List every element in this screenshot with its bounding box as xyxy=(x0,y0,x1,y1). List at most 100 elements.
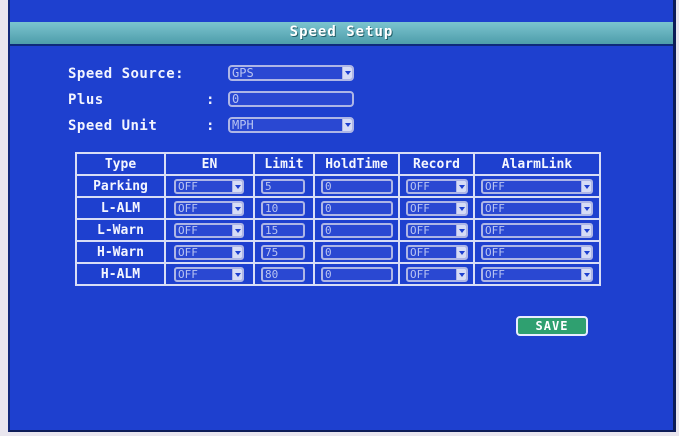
chevron-down-icon xyxy=(342,67,352,79)
holdtime-value: 0 xyxy=(325,224,332,237)
chevron-down-icon xyxy=(232,203,242,214)
record-dropdown[interactable]: OFF xyxy=(406,223,468,238)
table-header-row: Type EN Limit HoldTime Record AlarmLink xyxy=(75,152,601,176)
chevron-down-icon xyxy=(581,181,591,192)
en-cell: OFF xyxy=(164,218,255,242)
alarmlink-dropdown[interactable]: OFF xyxy=(481,201,593,216)
en-value: OFF xyxy=(178,202,198,215)
en-cell: OFF xyxy=(164,196,255,220)
chevron-down-icon xyxy=(581,203,591,214)
speed-unit-colon: : xyxy=(206,118,215,134)
title-bar: Speed Setup xyxy=(10,22,673,46)
header-alarmlink: AlarmLink xyxy=(473,152,601,176)
type-cell: L-ALM xyxy=(75,196,166,220)
chevron-down-icon xyxy=(456,247,466,258)
chevron-down-icon xyxy=(232,181,242,192)
holdtime-cell: 0 xyxy=(313,174,400,198)
type-cell: L-Warn xyxy=(75,218,166,242)
chevron-down-icon xyxy=(456,225,466,236)
table-row: H-ALM OFF 80 0 OFF OFF xyxy=(75,262,601,286)
alarmlink-cell: OFF xyxy=(473,262,601,286)
alarmlink-cell: OFF xyxy=(473,174,601,198)
en-cell: OFF xyxy=(164,262,255,286)
record-dropdown[interactable]: OFF xyxy=(406,267,468,282)
speed-unit-dropdown[interactable]: MPH xyxy=(228,117,354,133)
en-value: OFF xyxy=(178,180,198,193)
holdtime-input[interactable]: 0 xyxy=(321,245,393,260)
record-dropdown[interactable]: OFF xyxy=(406,201,468,216)
speed-source-dropdown[interactable]: GPS xyxy=(228,65,354,81)
limit-value: 10 xyxy=(265,202,279,215)
header-limit: Limit xyxy=(253,152,315,176)
alarmlink-dropdown[interactable]: OFF xyxy=(481,245,593,260)
alarmlink-dropdown[interactable]: OFF xyxy=(481,179,593,194)
limit-value: 80 xyxy=(265,268,279,281)
limit-input[interactable]: 15 xyxy=(261,223,305,238)
table-row: L-ALM OFF 10 0 OFF OFF xyxy=(75,196,601,220)
limit-value: 5 xyxy=(265,180,272,193)
en-dropdown[interactable]: OFF xyxy=(174,179,244,194)
table-row: H-Warn OFF 75 0 OFF OFF xyxy=(75,240,601,264)
alarmlink-value: OFF xyxy=(485,224,505,237)
en-value: OFF xyxy=(178,268,198,281)
plus-input[interactable]: 0 xyxy=(228,91,354,107)
limit-input[interactable]: 5 xyxy=(261,179,305,194)
type-cell: Parking xyxy=(75,174,166,198)
table-row: Parking OFF 5 0 OFF OFF xyxy=(75,174,601,198)
holdtime-input[interactable]: 0 xyxy=(321,223,393,238)
record-dropdown[interactable]: OFF xyxy=(406,179,468,194)
record-cell: OFF xyxy=(398,262,475,286)
en-dropdown[interactable]: OFF xyxy=(174,245,244,260)
record-cell: OFF xyxy=(398,174,475,198)
limit-cell: 80 xyxy=(253,262,315,286)
record-value: OFF xyxy=(410,202,430,215)
alarmlink-value: OFF xyxy=(485,202,505,215)
alarmlink-dropdown[interactable]: OFF xyxy=(481,267,593,282)
record-cell: OFF xyxy=(398,218,475,242)
holdtime-value: 0 xyxy=(325,180,332,193)
plus-label: Plus xyxy=(68,92,104,108)
save-button[interactable]: SAVE xyxy=(516,316,588,336)
window-title: Speed Setup xyxy=(289,24,394,40)
holdtime-cell: 0 xyxy=(313,218,400,242)
speed-source-value: GPS xyxy=(232,66,254,80)
limit-cell: 10 xyxy=(253,196,315,220)
limit-cell: 5 xyxy=(253,174,315,198)
header-record: Record xyxy=(398,152,475,176)
holdtime-input[interactable]: 0 xyxy=(321,267,393,282)
alarmlink-cell: OFF xyxy=(473,240,601,264)
speed-unit-value: MPH xyxy=(232,118,254,132)
alarmlink-dropdown[interactable]: OFF xyxy=(481,223,593,238)
chevron-down-icon xyxy=(581,225,591,236)
en-cell: OFF xyxy=(164,174,255,198)
en-dropdown[interactable]: OFF xyxy=(174,223,244,238)
chevron-down-icon xyxy=(232,269,242,280)
alarmlink-cell: OFF xyxy=(473,196,601,220)
record-value: OFF xyxy=(410,268,430,281)
en-dropdown[interactable]: OFF xyxy=(174,267,244,282)
holdtime-cell: 0 xyxy=(313,240,400,264)
speed-setup-window: Speed Setup Speed Source: GPS Plus : 0 S… xyxy=(8,0,676,432)
alarmlink-value: OFF xyxy=(485,246,505,259)
chevron-down-icon xyxy=(456,269,466,280)
limit-input[interactable]: 10 xyxy=(261,201,305,216)
record-cell: OFF xyxy=(398,196,475,220)
holdtime-input[interactable]: 0 xyxy=(321,201,393,216)
chevron-down-icon xyxy=(581,269,591,280)
chevron-down-icon xyxy=(456,203,466,214)
record-value: OFF xyxy=(410,180,430,193)
header-holdtime: HoldTime xyxy=(313,152,400,176)
holdtime-input[interactable]: 0 xyxy=(321,179,393,194)
chevron-down-icon xyxy=(456,181,466,192)
limit-value: 15 xyxy=(265,224,279,237)
type-cell: H-ALM xyxy=(75,262,166,286)
en-value: OFF xyxy=(178,224,198,237)
chevron-down-icon xyxy=(581,247,591,258)
holdtime-value: 0 xyxy=(325,268,332,281)
limit-input[interactable]: 80 xyxy=(261,267,305,282)
record-dropdown[interactable]: OFF xyxy=(406,245,468,260)
alarmlink-value: OFF xyxy=(485,268,505,281)
limit-input[interactable]: 75 xyxy=(261,245,305,260)
en-dropdown[interactable]: OFF xyxy=(174,201,244,216)
limit-cell: 15 xyxy=(253,218,315,242)
